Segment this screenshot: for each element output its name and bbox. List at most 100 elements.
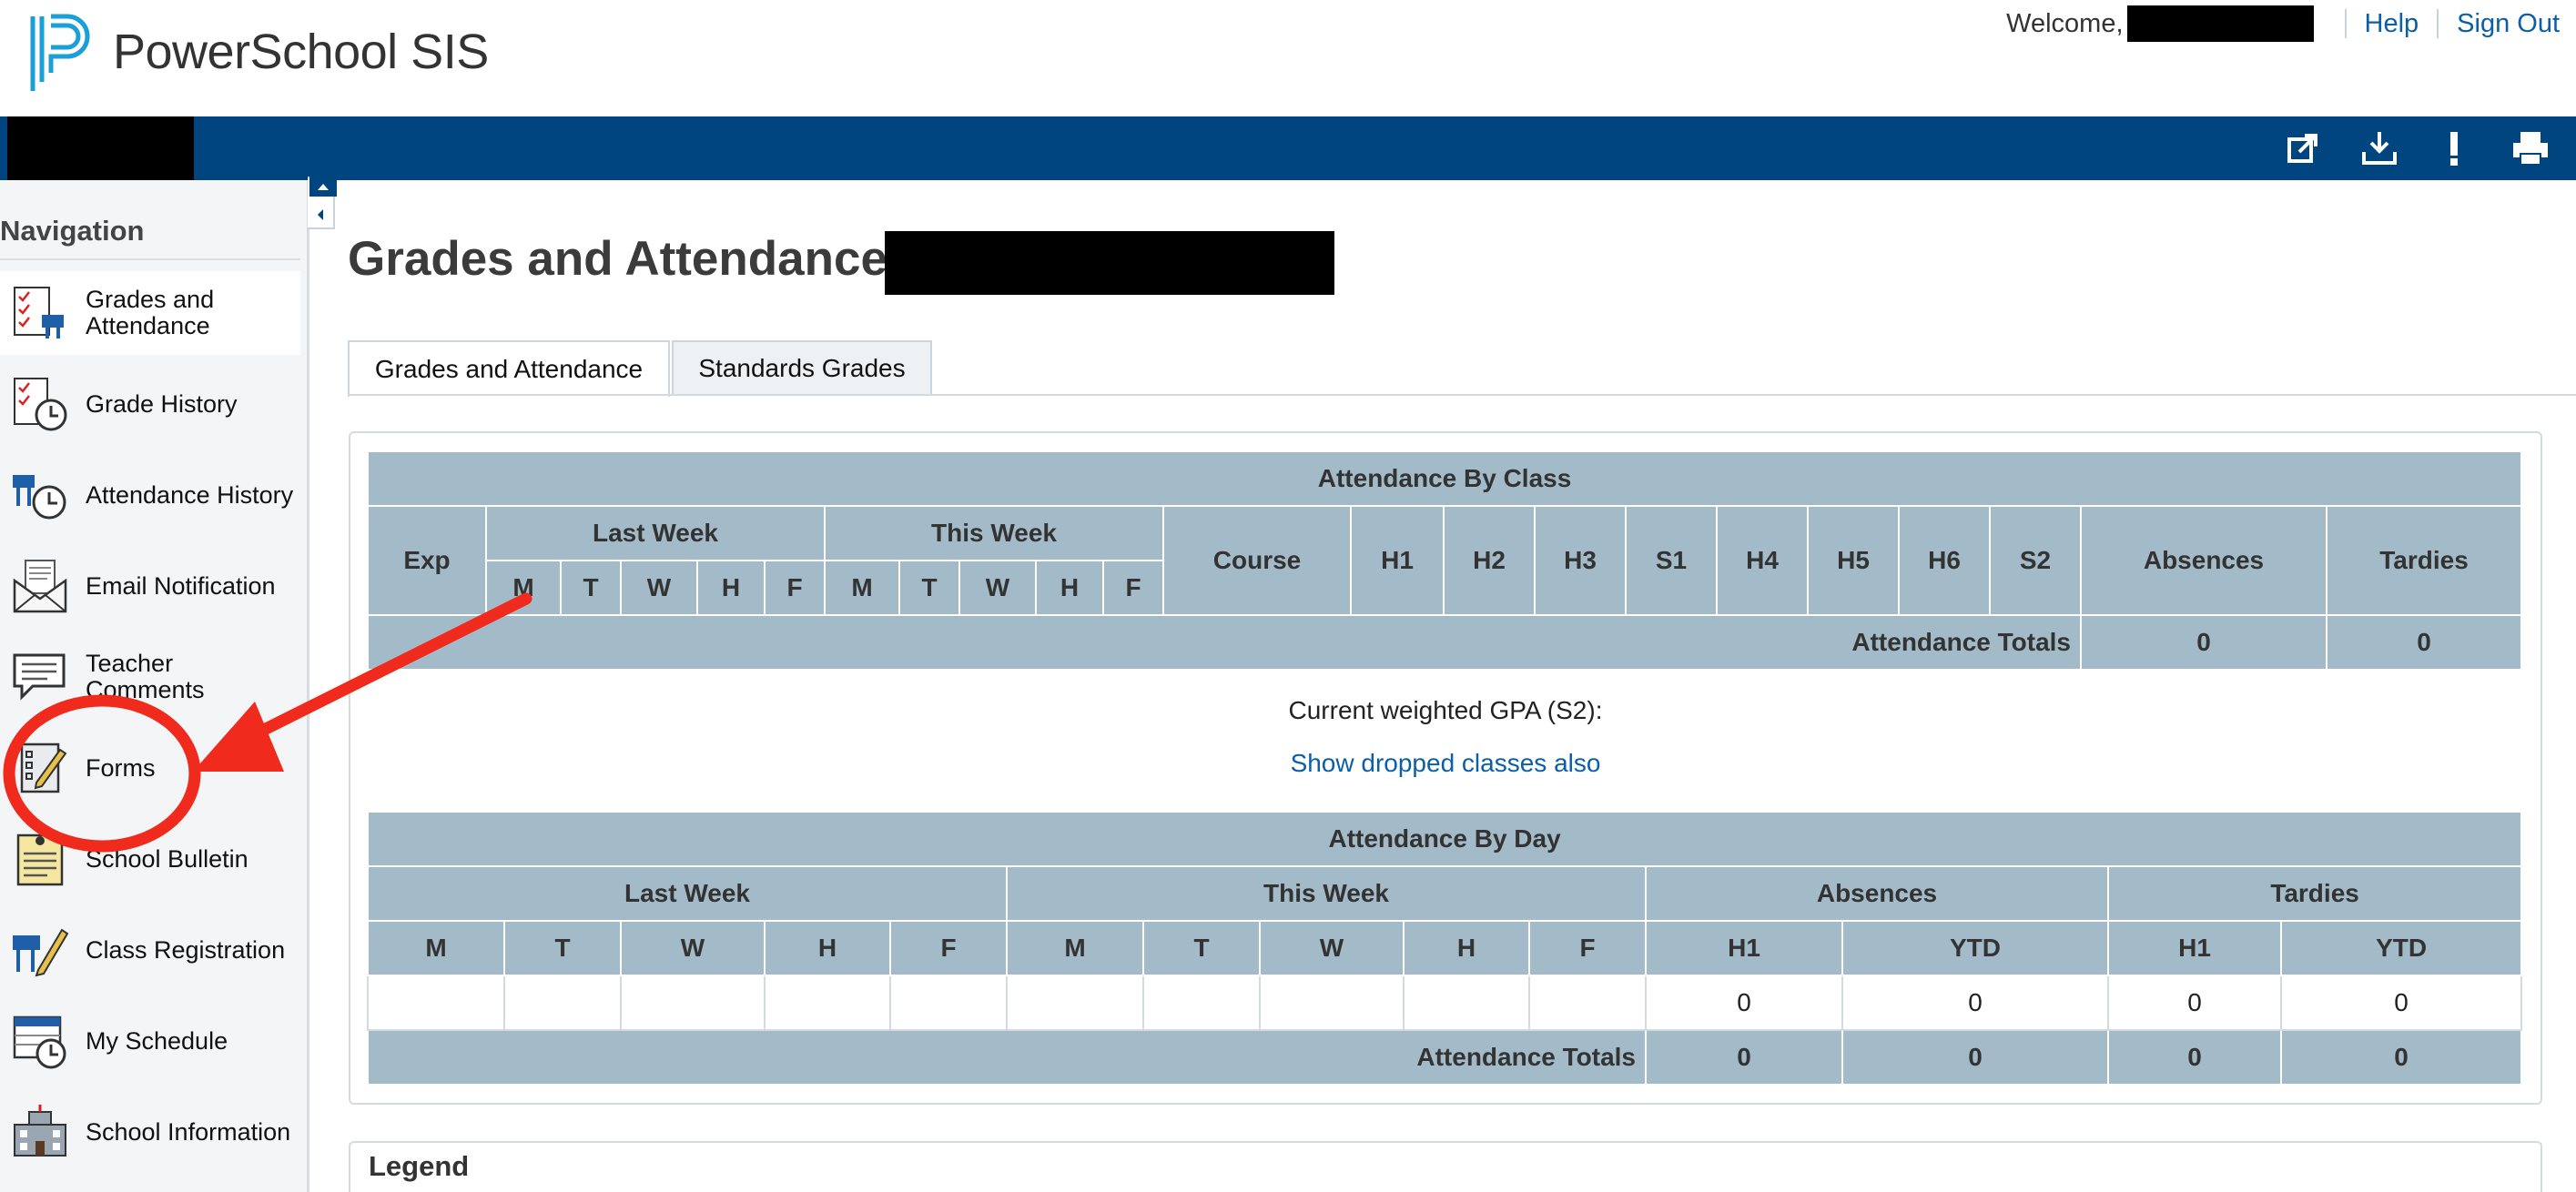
exp-header: Exp <box>367 505 487 616</box>
alert-icon[interactable] <box>2434 128 2474 168</box>
term-header: H2 <box>1443 505 1536 616</box>
day-header: M <box>824 560 900 616</box>
attendance-by-class-title: Attendance By Class <box>366 450 2523 507</box>
sidebar-item-grades-and-attendance[interactable]: Grades and Attendance <box>0 271 300 355</box>
attendance-by-class-table: Attendance By Class Exp Last Week This W… <box>366 450 2523 671</box>
absences-h1-value: 0 <box>1645 975 1843 1031</box>
sidebar-item-label: Class Registration <box>86 935 286 964</box>
grades-icon <box>14 287 64 338</box>
day-header: T <box>898 560 960 616</box>
forms-icon <box>20 742 67 793</box>
this-week-header: This Week <box>824 505 1164 561</box>
tardies-h1-value: 0 <box>2107 975 2282 1031</box>
redacted-user-name <box>2126 5 2314 42</box>
external-link-icon[interactable] <box>2283 128 2323 168</box>
term-header: H1 <box>1350 505 1445 616</box>
sidebar-item-label: Attendance History <box>86 480 294 509</box>
day-header: M <box>485 560 562 616</box>
collapse-header-button[interactable] <box>309 177 337 197</box>
sidebar-item-label: My Schedule <box>86 1026 228 1055</box>
sidebar-item-label: School Information <box>86 1117 291 1146</box>
h1-header: H1 <box>2107 920 2282 976</box>
show-dropped-classes-link[interactable]: Show dropped classes also <box>349 749 2542 778</box>
sidebar-item-school-information[interactable]: School Information <box>0 1090 300 1174</box>
print-icon[interactable] <box>2510 128 2551 168</box>
term-header: H6 <box>1898 505 1991 616</box>
sidebar-item-school-bulletin[interactable]: School Bulletin <box>0 817 300 901</box>
day-header: F <box>1102 560 1164 616</box>
day-cell <box>1006 975 1144 1031</box>
day-header: H <box>764 920 891 976</box>
last-week-header: Last Week <box>485 505 826 561</box>
ytd-header: YTD <box>1841 920 2109 976</box>
tab-standards-grades[interactable]: Standards Grades <box>672 340 932 395</box>
course-header: Course <box>1162 505 1352 616</box>
day-header: F <box>764 560 826 616</box>
sidebar-item-label: Grades and Attendance <box>86 286 215 339</box>
tardies-ytd-value: 0 <box>2279 975 2523 1031</box>
sidebar-item-grade-history[interactable]: Grade History <box>0 362 300 446</box>
download-icon[interactable] <box>2359 128 2399 168</box>
help-link[interactable]: Help <box>2365 9 2419 39</box>
day-header: F <box>889 920 1008 976</box>
schedule-icon <box>13 1015 66 1069</box>
ytd-header: YTD <box>2279 920 2523 976</box>
day-cell <box>1259 975 1405 1031</box>
sidebar-item-class-registration[interactable]: Class Registration <box>0 908 300 992</box>
total-tardies: 0 <box>2325 614 2523 671</box>
total-absences: 0 <box>2080 614 2328 671</box>
day-cell <box>503 975 622 1031</box>
sidebar-item-attendance-history[interactable]: Attendance History <box>0 453 300 537</box>
registration-icon <box>13 928 69 977</box>
day-header: T <box>560 560 622 616</box>
header: PowerSchool SIS Welcome, Help Sign Out <box>0 0 2576 116</box>
attendance-totals-label: Attendance Totals <box>367 1029 1647 1086</box>
day-header: M <box>367 920 505 976</box>
page-title: Grades and Attendance: <box>348 232 904 286</box>
top-toolbar <box>0 116 2576 180</box>
tardies-header: Tardies <box>2106 865 2523 922</box>
divider <box>0 258 300 260</box>
comments-icon <box>13 653 66 701</box>
day-cell <box>1528 975 1647 1031</box>
this-week-header: This Week <box>1006 865 1647 922</box>
sidebar-item-teacher-comments[interactable]: Teacher Comments <box>0 635 300 719</box>
absences-ytd-value: 0 <box>1841 975 2109 1031</box>
redacted-school-name <box>7 116 194 180</box>
divider <box>348 394 2576 396</box>
term-header: H3 <box>1534 505 1627 616</box>
h1-header: H1 <box>1645 920 1843 976</box>
gpa-label: Current weighted GPA (S2): <box>1288 696 1603 724</box>
absences-header: Absences <box>1645 865 2109 922</box>
total-absences-ytd: 0 <box>1841 1029 2109 1086</box>
legend-title: Legend <box>369 1150 470 1182</box>
total-absences-h1: 0 <box>1645 1029 1843 1086</box>
total-tardies-ytd: 0 <box>2279 1029 2523 1086</box>
day-cell <box>764 975 891 1031</box>
term-header: H4 <box>1716 505 1809 616</box>
school-icon <box>14 1105 66 1157</box>
email-icon <box>13 560 67 613</box>
sidebar-item-my-schedule[interactable]: My Schedule <box>0 999 300 1083</box>
day-header: H <box>696 560 766 616</box>
brand-title[interactable]: PowerSchool SIS <box>113 24 489 80</box>
day-header: T <box>503 920 622 976</box>
welcome-label: Welcome, <box>2006 8 2124 38</box>
total-tardies-h1: 0 <box>2107 1029 2282 1086</box>
day-header: M <box>1006 920 1144 976</box>
sign-out-link[interactable]: Sign Out <box>2457 9 2560 39</box>
redacted-student-name <box>885 231 1334 295</box>
day-cell <box>620 975 766 1031</box>
absences-header: Absences <box>2080 505 2328 616</box>
powerschool-logo-icon[interactable] <box>25 9 98 96</box>
legend-panel: Legend <box>349 1141 2542 1192</box>
last-week-header: Last Week <box>367 865 1008 922</box>
attendance-totals-label: Attendance Totals <box>367 614 2082 671</box>
divider <box>2437 9 2439 38</box>
day-cell <box>1142 975 1261 1031</box>
sidebar-item-forms[interactable]: Forms <box>0 726 300 810</box>
sidebar-item-email-notification[interactable]: Email Notification <box>0 544 300 628</box>
sidebar-item-label: Grade History <box>86 389 238 418</box>
tab-grades-and-attendance[interactable]: Grades and Attendance <box>348 340 670 397</box>
sidebar-item-label: Forms <box>86 753 156 782</box>
